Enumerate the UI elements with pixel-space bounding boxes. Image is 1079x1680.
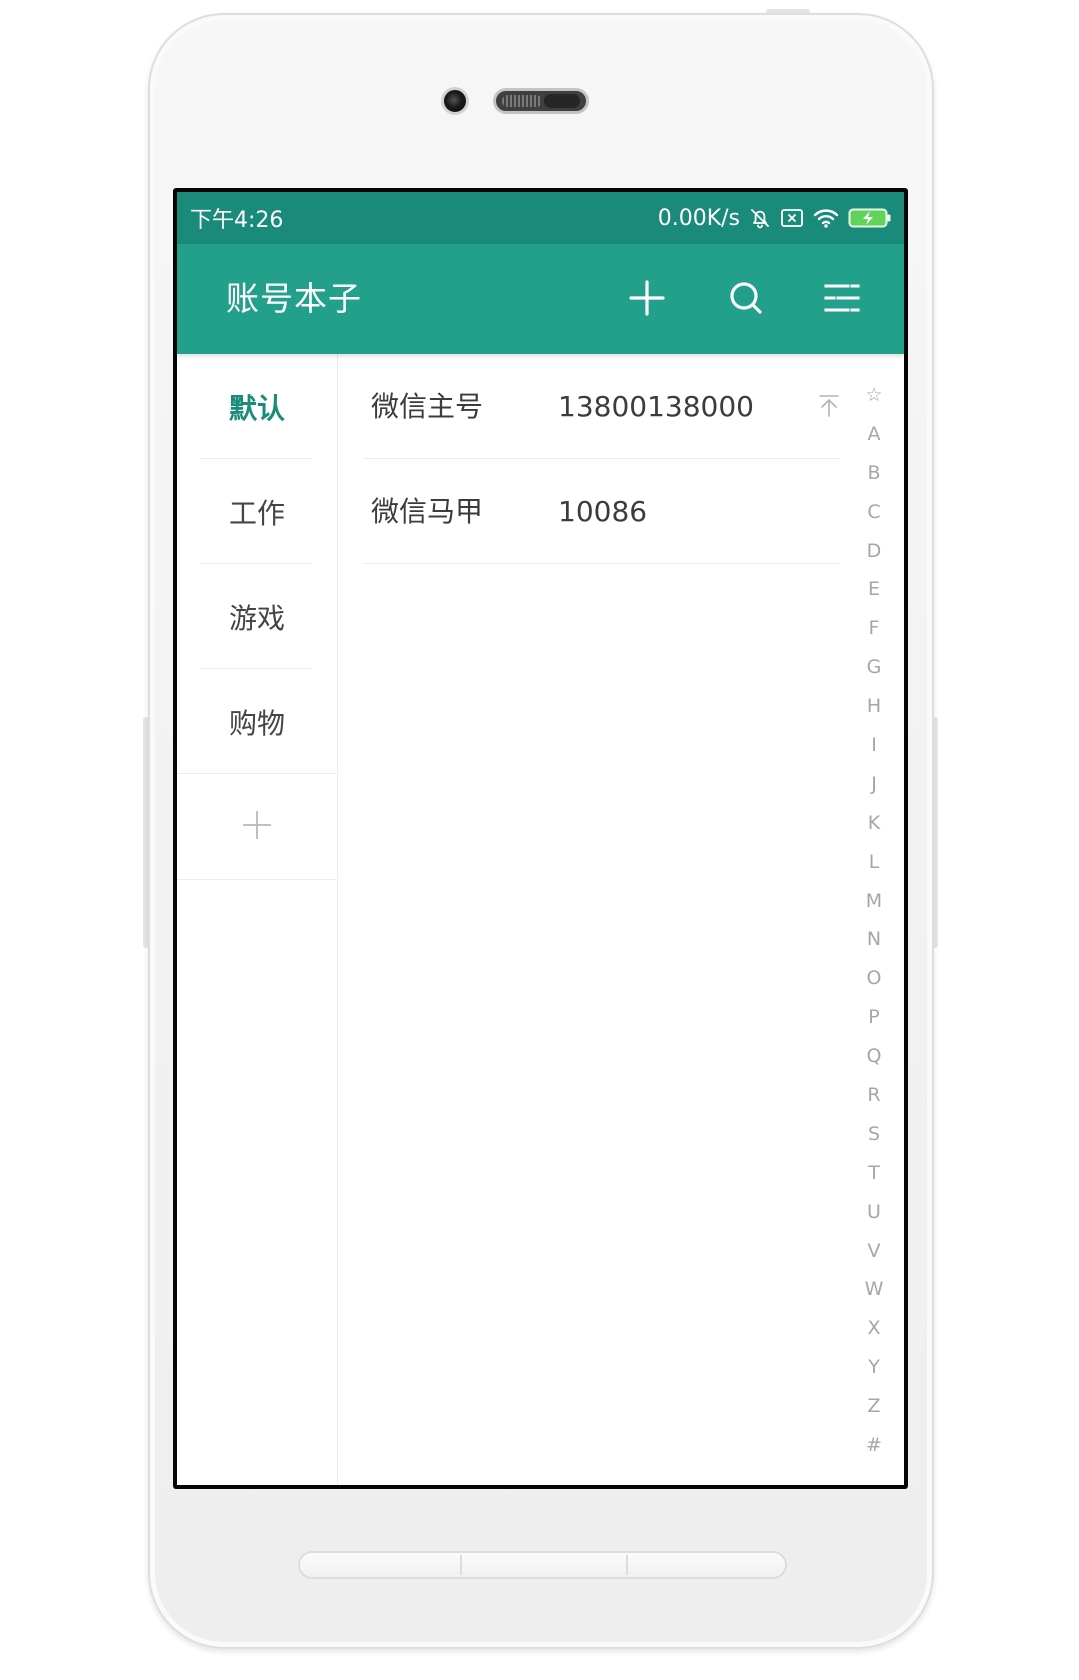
index-letter[interactable]: C [856, 493, 892, 532]
index-letter[interactable]: Y [856, 1348, 892, 1387]
add-account-button[interactable] [623, 275, 671, 323]
index-letter[interactable]: Z [856, 1387, 892, 1426]
home-button-bar [298, 1551, 787, 1579]
category-item[interactable]: 工作 [177, 459, 337, 564]
category-sidebar: 默认 工作 游戏 购物 [177, 354, 338, 1485]
index-letter[interactable]: N [856, 920, 892, 959]
index-letter[interactable]: P [856, 998, 892, 1037]
index-letter[interactable]: W [856, 1270, 892, 1309]
index-letter[interactable]: # [856, 1426, 892, 1465]
speaker-slot [544, 94, 580, 108]
index-letter[interactable]: ☆ [856, 376, 892, 415]
search-button[interactable] [722, 275, 770, 323]
index-letter[interactable]: R [856, 1076, 892, 1115]
app-title: 账号本子 [226, 279, 362, 318]
index-letter[interactable]: M [856, 882, 892, 921]
battery-charging-icon [848, 207, 892, 229]
index-letter[interactable]: O [856, 959, 892, 998]
index-letter[interactable]: J [856, 765, 892, 804]
index-letter[interactable]: A [856, 415, 892, 454]
index-letter[interactable]: D [856, 532, 892, 571]
category-label: 工作 [228, 496, 285, 530]
net-speed: 0.00K/s [657, 205, 740, 231]
app-bar: 账号本子 [177, 244, 904, 354]
move-to-top-icon[interactable] [818, 394, 840, 418]
category-label: 游戏 [228, 601, 285, 635]
status-bar: 下午4:26 0.00K/s [177, 192, 904, 244]
stage: 下午4:26 0.00K/s 账号本子 默认 工作 游戏 购物 微信主号 138… [0, 0, 1079, 1680]
index-letter[interactable]: L [856, 843, 892, 882]
wifi-icon [812, 207, 840, 229]
index-letter[interactable]: B [856, 454, 892, 493]
main-content: 默认 工作 游戏 购物 微信主号 13800138000 微信马甲 10086 … [177, 354, 904, 1485]
alphabet-index-bar[interactable]: ☆ A B C D E F G H I J K L M N O P Q R S T U V W X Y Z # [856, 376, 892, 1465]
filter-menu-button[interactable] [818, 275, 866, 323]
filter-menu-icon [822, 278, 862, 321]
index-letter[interactable]: U [856, 1193, 892, 1232]
add-category-button[interactable] [177, 774, 337, 880]
account-row[interactable]: 微信马甲 10086 [338, 459, 904, 564]
plus-icon [241, 809, 273, 845]
search-icon [726, 278, 766, 321]
account-name: 微信马甲 [371, 495, 484, 528]
account-row[interactable]: 微信主号 13800138000 [338, 354, 904, 459]
account-value: 13800138000 [558, 390, 754, 423]
bell-muted-icon [748, 206, 772, 230]
account-value: 10086 [558, 495, 648, 528]
app-screen: 下午4:26 0.00K/s 账号本子 默认 工作 游戏 购物 微信主号 138… [177, 192, 904, 1485]
index-letter[interactable]: X [856, 1309, 892, 1348]
index-letter[interactable]: K [856, 804, 892, 843]
index-letter[interactable]: H [856, 687, 892, 726]
index-letter[interactable]: E [856, 570, 892, 609]
index-letter[interactable]: I [856, 726, 892, 765]
category-label: 默认 [228, 391, 285, 425]
home-bar-divider [460, 1555, 462, 1575]
front-camera [441, 87, 469, 115]
home-bar-divider [626, 1555, 628, 1575]
status-indicators: 0.00K/s [658, 206, 892, 231]
earpiece-speaker [493, 88, 589, 114]
account-list: 微信主号 13800138000 微信马甲 10086 [338, 354, 904, 1485]
account-name: 微信主号 [371, 390, 484, 423]
plus-icon [627, 278, 667, 321]
phone-screen: 下午4:26 0.00K/s 账号本子 默认 工作 游戏 购物 微信主号 138… [173, 188, 908, 1489]
index-letter[interactable]: T [856, 1154, 892, 1193]
category-item[interactable]: 游戏 [177, 564, 337, 669]
index-letter[interactable]: F [856, 609, 892, 648]
status-time: 下午4:26 [190, 208, 284, 233]
category-label: 购物 [228, 706, 285, 740]
index-letter[interactable]: V [856, 1232, 892, 1271]
index-letter[interactable]: Q [856, 1037, 892, 1076]
category-item[interactable]: 默认 [177, 354, 337, 459]
index-letter[interactable]: S [856, 1115, 892, 1154]
speaker-grill [502, 95, 542, 107]
data-disabled-icon [780, 207, 804, 229]
index-letter[interactable]: G [856, 648, 892, 687]
category-item[interactable]: 购物 [177, 669, 337, 774]
